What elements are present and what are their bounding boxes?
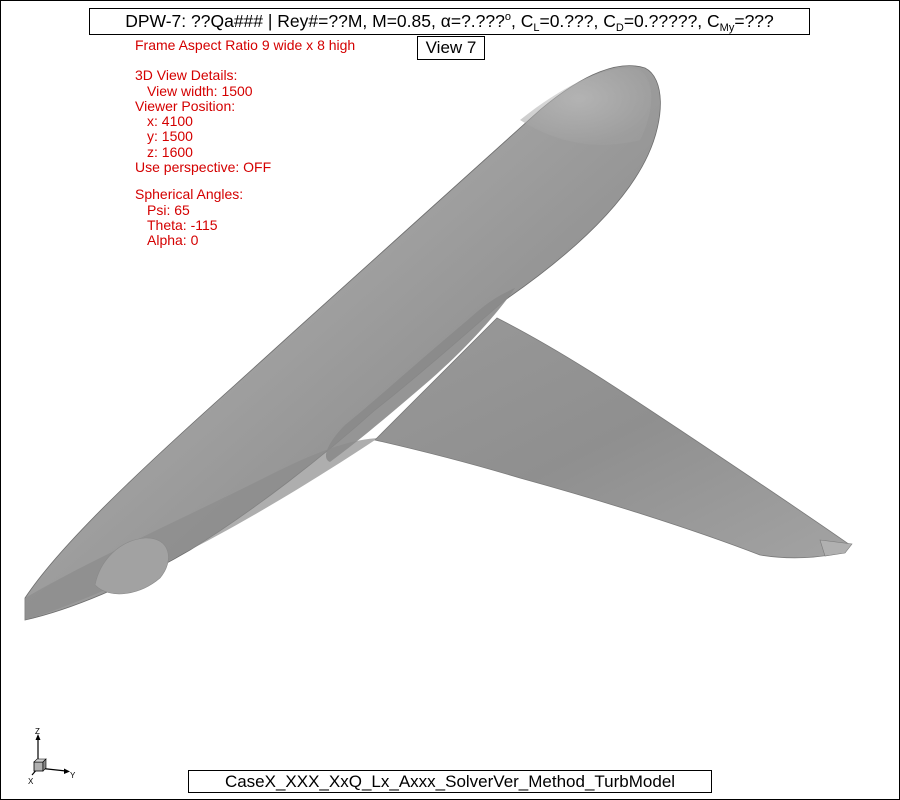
angle-theta: Theta: -115 xyxy=(147,216,218,233)
title-alpha-value: =?.??? xyxy=(450,11,505,31)
viewer-position-header: Viewer Position: xyxy=(135,97,236,114)
title-cmy-label: C xyxy=(707,11,720,31)
view-details-header: 3D View Details: xyxy=(135,67,238,84)
plot-title: DPW-7: ??Qa### | Rey#=??M, M=0.85, α=?.?… xyxy=(89,8,810,35)
perspective-setting: Use perspective: OFF xyxy=(135,159,272,176)
title-cl-value: =0.???, xyxy=(539,11,604,31)
wing-tip xyxy=(819,539,853,557)
triad-y-label: Y xyxy=(70,771,76,780)
triad-z-label: Z xyxy=(35,728,40,736)
title-alpha-symbol: α xyxy=(440,11,451,31)
view-notes: Frame Aspect Ratio 9 wide x 8 high 3D Vi… xyxy=(135,37,356,249)
view-width: View width: 1500 xyxy=(147,82,253,99)
title-cd-sub: D xyxy=(615,22,624,34)
angle-psi: Psi: 65 xyxy=(147,201,190,218)
title-cmy-value: =??? xyxy=(734,11,774,31)
view-label: View 7 xyxy=(417,36,485,60)
title-cl-value-sep: , xyxy=(510,11,521,31)
title-prefix: DPW-7: ??Qa### | Rey#=??M, M=0.85, xyxy=(125,11,441,31)
title-cd-value: =0.?????, xyxy=(623,11,708,31)
axis-triad: Z Y X xyxy=(28,728,76,786)
title-cmy-sub: My xyxy=(719,22,735,34)
aspect-ratio-note: Frame Aspect Ratio 9 wide x 8 high xyxy=(135,37,356,53)
title-cd-label: C xyxy=(603,11,616,31)
viewer-y: y: 1500 xyxy=(147,128,193,145)
viewer-z: z: 1600 xyxy=(147,143,193,160)
case-label: CaseX_XXX_XxQ_Lx_Axxx_SolverVer_Method_T… xyxy=(188,770,712,793)
viewer-x: x: 4100 xyxy=(147,113,193,130)
angle-alpha: Alpha: 0 xyxy=(147,232,199,249)
spherical-angles-header: Spherical Angles: xyxy=(135,186,244,203)
triad-x-label: X xyxy=(28,777,34,786)
title-cl-label: C xyxy=(520,11,534,31)
